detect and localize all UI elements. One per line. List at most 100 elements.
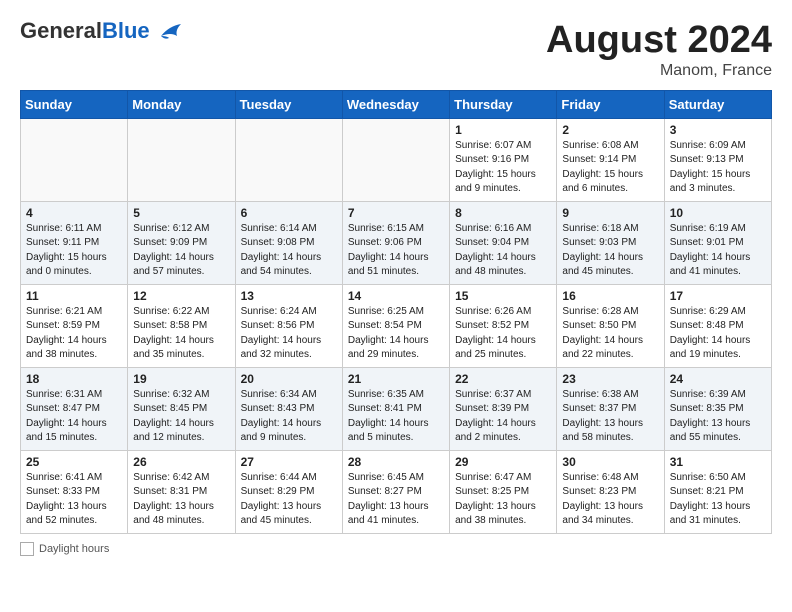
day-number: 27 xyxy=(241,455,337,469)
table-row xyxy=(342,118,449,201)
day-number: 6 xyxy=(241,206,337,220)
day-info: Sunrise: 6:08 AMSunset: 9:14 PMDaylight:… xyxy=(562,139,658,197)
table-row: 12 Sunrise: 6:22 AMSunset: 8:58 PMDayligh… xyxy=(128,284,235,367)
table-row: 5Sunrise: 6:12 AMSunset: 9:09 PMDaylight… xyxy=(128,201,235,284)
table-row: 28Sunrise: 6:45 AMSunset: 8:27 PMDayligh… xyxy=(342,450,449,533)
col-saturday: Saturday xyxy=(664,90,771,118)
table-row: 27 Sunrise: 6:44 AMSunset: 8:29 PMDayligh… xyxy=(235,450,342,533)
day-number: 2 xyxy=(562,123,658,137)
table-row: 18 Sunrise: 6:31 AMSunset: 8:47 PMDayligh… xyxy=(21,367,128,450)
month-title: August 2024 xyxy=(546,20,772,62)
day-info: Sunrise: 6:19 AMSunset: 9:01 PMDaylight:… xyxy=(670,222,766,280)
location: Manom, France xyxy=(546,62,772,80)
day-number: 23 xyxy=(562,372,658,386)
day-info: Sunrise: 6:37 AMSunset: 8:39 PMDaylight:… xyxy=(455,388,551,446)
day-number: 18 xyxy=(26,372,122,386)
logo-bird-icon xyxy=(155,20,183,42)
table-row: 23 Sunrise: 6:38 AMSunset: 8:37 PMDayligh… xyxy=(557,367,664,450)
table-row: 9Sunrise: 6:18 AMSunset: 9:03 PMDaylight… xyxy=(557,201,664,284)
table-row: 26 Sunrise: 6:42 AMSunset: 8:31 PMDayligh… xyxy=(128,450,235,533)
table-row xyxy=(235,118,342,201)
day-info: Sunrise: 6:28 AMSunset: 8:50 PMDaylight:… xyxy=(562,305,658,363)
footer: Daylight hours xyxy=(20,542,772,556)
table-row: 14Sunrise: 6:25 AMSunset: 8:54 PMDayligh… xyxy=(342,284,449,367)
day-number: 14 xyxy=(348,289,444,303)
table-row: 25 Sunrise: 6:41 AMSunset: 8:33 PMDayligh… xyxy=(21,450,128,533)
table-row: 29Sunrise: 6:47 AMSunset: 8:25 PMDayligh… xyxy=(450,450,557,533)
day-number: 25 xyxy=(26,455,122,469)
day-info: Sunrise: 6:41 AMSunset: 8:33 PMDaylight:… xyxy=(26,471,122,529)
day-info: Sunrise: 6:31 AMSunset: 8:47 PMDaylight:… xyxy=(26,388,122,446)
logo-blue: Blue xyxy=(102,18,150,43)
calendar-week-row: 11Sunrise: 6:21 AMSunset: 8:59 PMDayligh… xyxy=(21,284,772,367)
day-info: Sunrise: 6:11 AMSunset: 9:11 PMDaylight:… xyxy=(26,222,122,280)
day-number: 3 xyxy=(670,123,766,137)
day-number: 12 xyxy=(133,289,229,303)
day-number: 8 xyxy=(455,206,551,220)
col-monday: Monday xyxy=(128,90,235,118)
day-info: Sunrise: 6:24 AMSunset: 8:56 PMDaylight:… xyxy=(241,305,337,363)
daylight-legend: Daylight hours xyxy=(20,542,109,556)
day-number: 4 xyxy=(26,206,122,220)
day-number: 1 xyxy=(455,123,551,137)
day-info: Sunrise: 6:29 AMSunset: 8:48 PMDaylight:… xyxy=(670,305,766,363)
day-number: 28 xyxy=(348,455,444,469)
day-number: 19 xyxy=(133,372,229,386)
table-row: 21Sunrise: 6:35 AMSunset: 8:41 PMDayligh… xyxy=(342,367,449,450)
table-row: 6Sunrise: 6:14 AMSunset: 9:08 PMDaylight… xyxy=(235,201,342,284)
table-row: 10 Sunrise: 6:19 AMSunset: 9:01 PMDayligh… xyxy=(664,201,771,284)
col-tuesday: Tuesday xyxy=(235,90,342,118)
page-header: GeneralBlue August 2024 Manom, France xyxy=(20,20,772,80)
day-number: 26 xyxy=(133,455,229,469)
logo-general: General xyxy=(20,18,102,43)
table-row: 22 Sunrise: 6:37 AMSunset: 8:39 PMDayligh… xyxy=(450,367,557,450)
day-info: Sunrise: 6:32 AMSunset: 8:45 PMDaylight:… xyxy=(133,388,229,446)
calendar-table: Sunday Monday Tuesday Wednesday Thursday… xyxy=(20,90,772,534)
table-row: 3Sunrise: 6:09 AMSunset: 9:13 PMDaylight… xyxy=(664,118,771,201)
day-number: 16 xyxy=(562,289,658,303)
day-number: 31 xyxy=(670,455,766,469)
day-number: 24 xyxy=(670,372,766,386)
title-block: August 2024 Manom, France xyxy=(546,20,772,80)
table-row: 16 Sunrise: 6:28 AMSunset: 8:50 PMDayligh… xyxy=(557,284,664,367)
col-sunday: Sunday xyxy=(21,90,128,118)
daylight-label: Daylight hours xyxy=(39,543,109,555)
calendar-week-row: 25 Sunrise: 6:41 AMSunset: 8:33 PMDayligh… xyxy=(21,450,772,533)
day-number: 13 xyxy=(241,289,337,303)
day-info: Sunrise: 6:48 AMSunset: 8:23 PMDaylight:… xyxy=(562,471,658,529)
day-info: Sunrise: 6:42 AMSunset: 8:31 PMDaylight:… xyxy=(133,471,229,529)
table-row: 2 Sunrise: 6:08 AMSunset: 9:14 PMDaylight… xyxy=(557,118,664,201)
day-info: Sunrise: 6:38 AMSunset: 8:37 PMDaylight:… xyxy=(562,388,658,446)
day-number: 10 xyxy=(670,206,766,220)
day-info: Sunrise: 6:07 AMSunset: 9:16 PMDaylight:… xyxy=(455,139,551,197)
col-friday: Friday xyxy=(557,90,664,118)
table-row: 24 Sunrise: 6:39 AMSunset: 8:35 PMDayligh… xyxy=(664,367,771,450)
day-number: 22 xyxy=(455,372,551,386)
table-row xyxy=(21,118,128,201)
table-row: 19 Sunrise: 6:32 AMSunset: 8:45 PMDayligh… xyxy=(128,367,235,450)
table-row: 8Sunrise: 6:16 AMSunset: 9:04 PMDaylight… xyxy=(450,201,557,284)
day-info: Sunrise: 6:34 AMSunset: 8:43 PMDaylight:… xyxy=(241,388,337,446)
day-info: Sunrise: 6:47 AMSunset: 8:25 PMDaylight:… xyxy=(455,471,551,529)
calendar-week-row: 18 Sunrise: 6:31 AMSunset: 8:47 PMDayligh… xyxy=(21,367,772,450)
day-info: Sunrise: 6:22 AMSunset: 8:58 PMDaylight:… xyxy=(133,305,229,363)
calendar-week-row: 4 Sunrise: 6:11 AMSunset: 9:11 PMDaylight… xyxy=(21,201,772,284)
table-row: 15Sunrise: 6:26 AMSunset: 8:52 PMDayligh… xyxy=(450,284,557,367)
daylight-box xyxy=(20,542,34,556)
col-wednesday: Wednesday xyxy=(342,90,449,118)
day-info: Sunrise: 6:50 AMSunset: 8:21 PMDaylight:… xyxy=(670,471,766,529)
day-info: Sunrise: 6:18 AMSunset: 9:03 PMDaylight:… xyxy=(562,222,658,280)
table-row: 17 Sunrise: 6:29 AMSunset: 8:48 PMDayligh… xyxy=(664,284,771,367)
day-number: 21 xyxy=(348,372,444,386)
table-row: 1 Sunrise: 6:07 AMSunset: 9:16 PMDaylight… xyxy=(450,118,557,201)
calendar-week-row: 1 Sunrise: 6:07 AMSunset: 9:16 PMDaylight… xyxy=(21,118,772,201)
day-info: Sunrise: 6:26 AMSunset: 8:52 PMDaylight:… xyxy=(455,305,551,363)
day-info: Sunrise: 6:39 AMSunset: 8:35 PMDaylight:… xyxy=(670,388,766,446)
table-row: 4 Sunrise: 6:11 AMSunset: 9:11 PMDaylight… xyxy=(21,201,128,284)
day-info: Sunrise: 6:15 AMSunset: 9:06 PMDaylight:… xyxy=(348,222,444,280)
day-number: 17 xyxy=(670,289,766,303)
table-row xyxy=(128,118,235,201)
table-row: 31 Sunrise: 6:50 AMSunset: 8:21 PMDayligh… xyxy=(664,450,771,533)
day-info: Sunrise: 6:44 AMSunset: 8:29 PMDaylight:… xyxy=(241,471,337,529)
table-row: 13 Sunrise: 6:24 AMSunset: 8:56 PMDayligh… xyxy=(235,284,342,367)
